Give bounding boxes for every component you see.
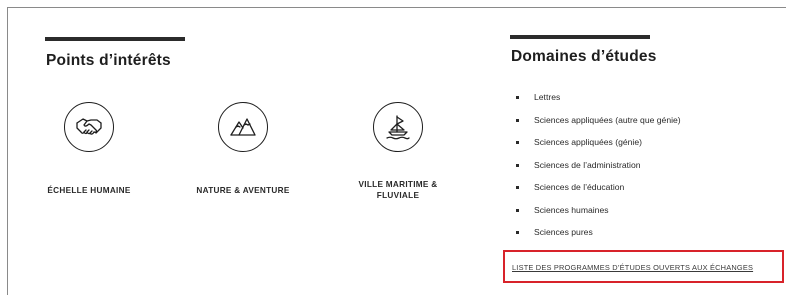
interest-label: ÉCHELLE HUMAINE xyxy=(47,186,131,195)
interest-item-maritime-city: VILLE MARITIME & FLUVIALE xyxy=(323,102,473,201)
domains-list: Lettres Sciences appliquées (autre que g… xyxy=(516,91,681,249)
interests-title: Points d’intérêts xyxy=(46,52,171,69)
interest-label-line2: FLUVIALE xyxy=(376,191,420,200)
interest-label: NATURE & AVENTURE xyxy=(196,186,290,195)
list-item: Lettres xyxy=(516,91,681,114)
list-item: Sciences appliquées (autre que génie) xyxy=(516,114,681,137)
list-item: Sciences pures xyxy=(516,226,681,249)
section-accent-bar xyxy=(510,35,650,39)
list-item: Sciences humaines xyxy=(516,204,681,227)
section-accent-bar xyxy=(45,37,185,41)
list-item: Sciences appliquées (génie) xyxy=(516,136,681,159)
handshake-icon xyxy=(64,102,114,152)
interest-item-nature: NATURE & AVENTURE xyxy=(168,102,318,196)
list-item: Sciences de l’administration xyxy=(516,159,681,182)
interest-label-line1: VILLE MARITIME & xyxy=(358,180,438,189)
mountains-icon xyxy=(218,102,268,152)
interest-item-human-scale: ÉCHELLE HUMAINE xyxy=(14,102,164,196)
programs-link-highlight: LISTE DES PROGRAMMES D’ÉTUDES OUVERTS AU… xyxy=(503,250,784,283)
programs-list-link[interactable]: LISTE DES PROGRAMMES D’ÉTUDES OUVERTS AU… xyxy=(512,263,753,272)
domains-title: Domaines d’études xyxy=(511,48,657,65)
page: Points d’intérêts ÉCHELLE HUMAINE NATURE… xyxy=(0,0,786,295)
list-item: Sciences de l’éducation xyxy=(516,181,681,204)
sailboat-icon xyxy=(373,102,423,152)
